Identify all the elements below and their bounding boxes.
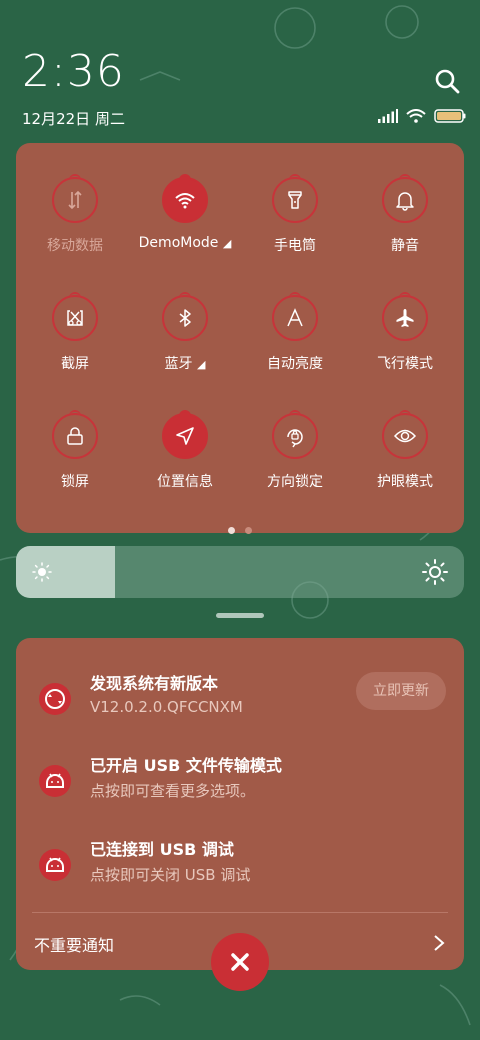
tile-label: 移动数据 [47, 238, 103, 254]
tile-screenshot[interactable]: 截屏 [20, 292, 130, 405]
status-bar-icons [378, 109, 466, 123]
tile-label: 截屏 [61, 356, 89, 372]
date: 12月22日 周二 [22, 110, 125, 128]
mobile-data-icon [52, 174, 98, 223]
bell-icon [382, 174, 428, 223]
tile-demomode-wifi[interactable]: DemoMode ◢ [130, 174, 240, 287]
tile-label: 自动亮度 [267, 356, 323, 372]
notification-text: 点按即可关闭 USB 调试 [90, 866, 251, 884]
tile-location[interactable]: 位置信息 [130, 410, 240, 523]
notification-usb-transfer[interactable]: 已开启 USB 文件传输模式 点按即可查看更多选项。 [16, 750, 464, 810]
battery-icon [434, 109, 466, 123]
notification-usb-debugging[interactable]: 已连接到 USB 调试 点按即可关闭 USB 调试 [16, 834, 464, 894]
brightness-high-icon [422, 559, 448, 585]
tile-label: 位置信息 [157, 474, 213, 490]
auto-brightness-icon [272, 292, 318, 341]
notification-title: 已开启 USB 文件传输模式 [90, 756, 282, 775]
tile-airplane[interactable]: 飞行模式 [350, 292, 460, 405]
android-icon [39, 849, 71, 881]
screenshot-icon [52, 292, 98, 341]
drag-handle[interactable] [216, 613, 264, 618]
clear-all-button[interactable] [210, 932, 270, 992]
update-now-button[interactable]: 立即更新 [356, 672, 446, 710]
notification-text: V12.0.2.0.QFCCNXM [90, 698, 243, 716]
clock: 2:36 [22, 46, 125, 97]
system-update-icon [39, 683, 71, 715]
notification-panel: 发现系统有新版本 V12.0.2.0.QFCCNXM 立即更新 已开启 USB … [16, 638, 464, 970]
tile-rotation-lock[interactable]: 方向锁定 [240, 410, 350, 523]
eye-icon [382, 410, 428, 459]
tile-auto-brightness[interactable]: 自动亮度 [240, 292, 350, 405]
tile-lock-screen[interactable]: 锁屏 [20, 410, 130, 523]
tile-label: 锁屏 [61, 474, 89, 490]
page-dot [245, 527, 252, 534]
lock-icon [52, 410, 98, 459]
tile-label: 手电筒 [274, 238, 316, 254]
unimportant-notifications-label[interactable]: 不重要通知 [34, 932, 114, 956]
bluetooth-icon [162, 292, 208, 341]
tile-flashlight[interactable]: 手电筒 [240, 174, 350, 287]
wifi-status-icon [406, 109, 426, 123]
tile-label: DemoMode [138, 235, 219, 251]
brightness-low-icon [32, 562, 52, 582]
brightness-slider[interactable] [16, 546, 464, 598]
tile-label: 飞行模式 [377, 356, 433, 372]
android-icon [39, 765, 71, 797]
tile-mobile-data[interactable]: 移动数据 [20, 174, 130, 287]
chevron-right-icon[interactable] [432, 934, 446, 952]
tile-bluetooth[interactable]: 蓝牙 ◢ [130, 292, 240, 405]
page-indicator [16, 519, 464, 538]
quick-settings-panel: 移动数据 DemoMode ◢ 手电筒 静音 截屏 蓝牙 ◢ 自动亮度 飞行模式… [16, 143, 464, 534]
divider [32, 912, 448, 913]
notification-text: 点按即可查看更多选项。 [90, 782, 256, 800]
tile-label: 静音 [391, 238, 419, 254]
signal-icon [378, 109, 398, 123]
tile-mute[interactable]: 静音 [350, 174, 460, 287]
search-icon[interactable] [432, 66, 464, 98]
tile-label: 方向锁定 [267, 474, 323, 490]
airplane-icon [382, 292, 428, 341]
brightness-fill [16, 546, 115, 598]
notification-title: 发现系统有新版本 [90, 674, 219, 693]
notification-title: 已连接到 USB 调试 [90, 840, 234, 859]
location-icon [162, 410, 208, 459]
rotation-lock-icon [272, 410, 318, 459]
page-dot-active [228, 527, 235, 534]
tile-label: 护眼模式 [377, 474, 433, 490]
wifi-icon [162, 174, 208, 223]
flashlight-icon [272, 174, 318, 223]
tile-label: 蓝牙 [164, 356, 193, 372]
expand-arrow-icon: ◢ [222, 237, 232, 250]
expand-arrow-icon: ◢ [196, 358, 206, 371]
tile-eye-care[interactable]: 护眼模式 [350, 410, 460, 523]
